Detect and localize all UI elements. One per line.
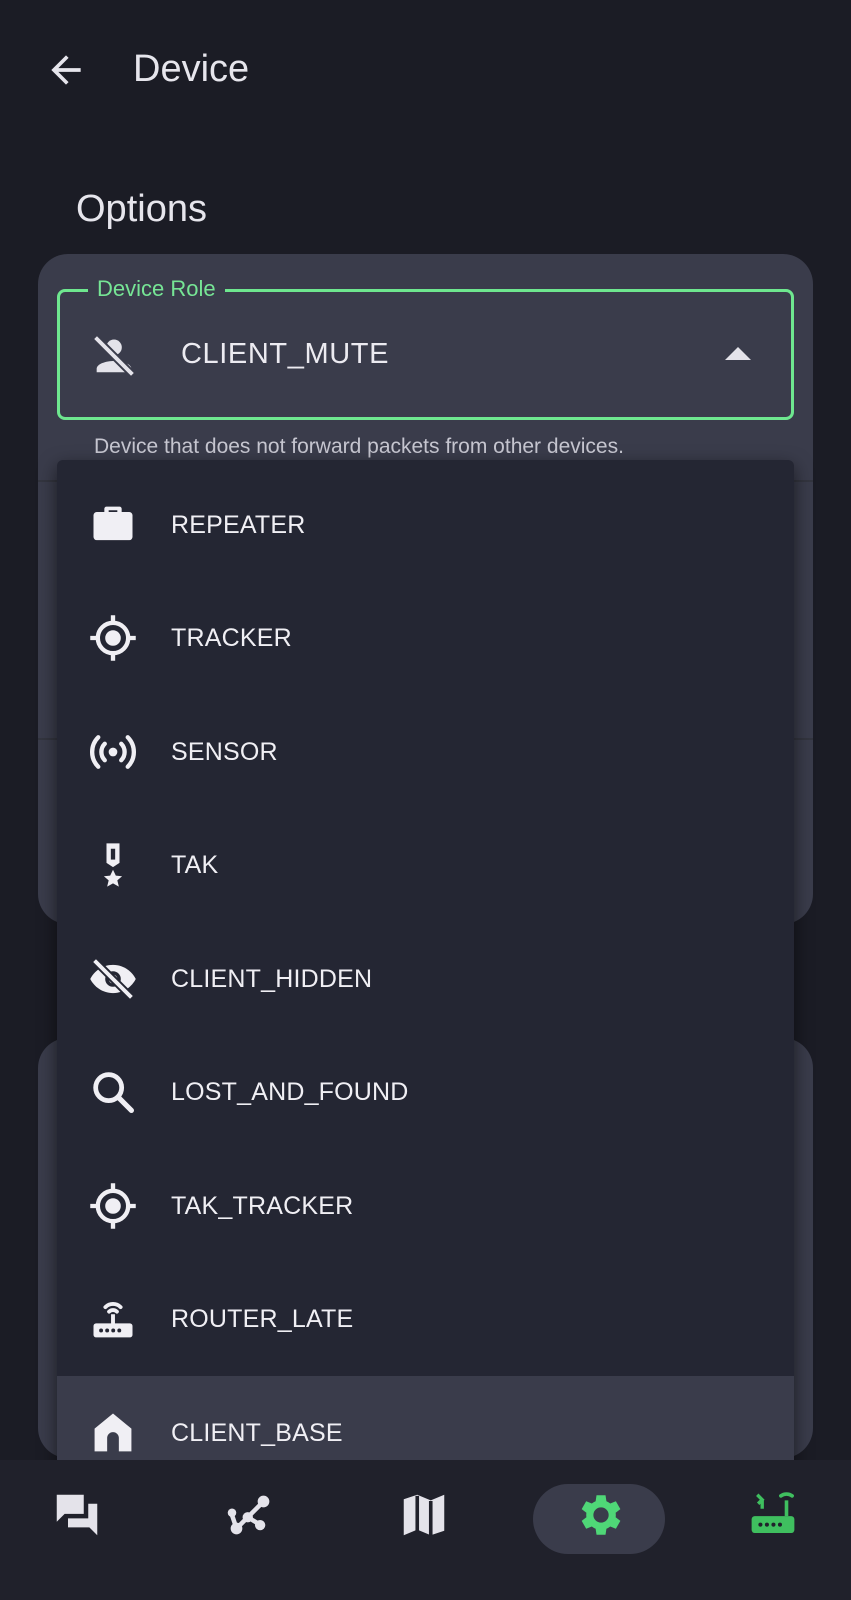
menu-item-label: TAK_TRACKER	[171, 1191, 354, 1220]
section-title: Options	[76, 188, 207, 230]
nav-settings[interactable]	[539, 1460, 659, 1600]
search-icon	[87, 1066, 139, 1118]
device-role-menu: REPEATER TRACKER SENSOR TAK CLIENT_HIDDE…	[57, 460, 794, 1518]
menu-item-tak-tracker[interactable]: TAK_TRACKER	[57, 1149, 794, 1263]
menu-item-client-hidden[interactable]: CLIENT_HIDDEN	[57, 922, 794, 1036]
device-role-dropdown[interactable]: Device Role CLIENT_MUTE	[57, 274, 794, 420]
briefcase-icon	[87, 499, 139, 551]
device-role-helper-text: Device that does not forward packets fro…	[94, 435, 624, 458]
router-icon	[87, 1293, 139, 1345]
military-medal-icon	[87, 839, 139, 891]
map-icon	[403, 1494, 445, 1536]
nodes-icon	[227, 1495, 270, 1535]
menu-item-lost-and-found[interactable]: LOST_AND_FOUND	[57, 1036, 794, 1150]
device-role-value: CLIENT_MUTE	[181, 338, 390, 370]
person-off-icon	[91, 333, 137, 379]
arrow-left-icon	[51, 55, 81, 85]
menu-item-label: TAK	[171, 851, 219, 880]
back-button[interactable]	[30, 34, 102, 106]
page-title: Device	[133, 48, 250, 90]
menu-item-repeater[interactable]: REPEATER	[57, 468, 794, 582]
menu-item-label: SENSOR	[171, 737, 278, 766]
home-icon	[87, 1407, 139, 1459]
settings-icon	[581, 1495, 621, 1535]
menu-item-sensor[interactable]: SENSOR	[57, 695, 794, 809]
menu-item-label: TRACKER	[171, 624, 292, 653]
sensors-icon	[87, 726, 139, 778]
dropdown-arrow-up-icon	[725, 347, 751, 360]
menu-item-label: REPEATER	[171, 510, 306, 539]
menu-item-label: LOST_AND_FOUND	[171, 1078, 409, 1107]
gps-fixed-icon	[87, 1180, 139, 1232]
device-settings-screen: Device Options Device Role CLIENT_MUTE D…	[0, 0, 851, 1600]
menu-item-label: ROUTER_LATE	[171, 1305, 354, 1334]
nav-connection[interactable]	[713, 1460, 833, 1600]
nav-nodes[interactable]	[190, 1460, 310, 1600]
menu-item-label: CLIENT_BASE	[171, 1418, 343, 1447]
eye-off-icon	[87, 953, 139, 1005]
menu-item-tracker[interactable]: TRACKER	[57, 582, 794, 696]
top-app-bar: Device	[0, 0, 851, 140]
device-role-label: Device Role	[88, 274, 225, 304]
menu-item-router-late[interactable]: ROUTER_LATE	[57, 1263, 794, 1377]
gps-fixed-icon	[87, 612, 139, 664]
nav-messages[interactable]	[17, 1460, 137, 1600]
bottom-navigation	[0, 1460, 851, 1600]
nav-map[interactable]	[364, 1460, 484, 1600]
menu-item-label: CLIENT_HIDDEN	[171, 964, 373, 993]
menu-item-tak[interactable]: TAK	[57, 809, 794, 923]
router-status-icon	[751, 1492, 795, 1533]
messages-icon	[56, 1494, 98, 1536]
